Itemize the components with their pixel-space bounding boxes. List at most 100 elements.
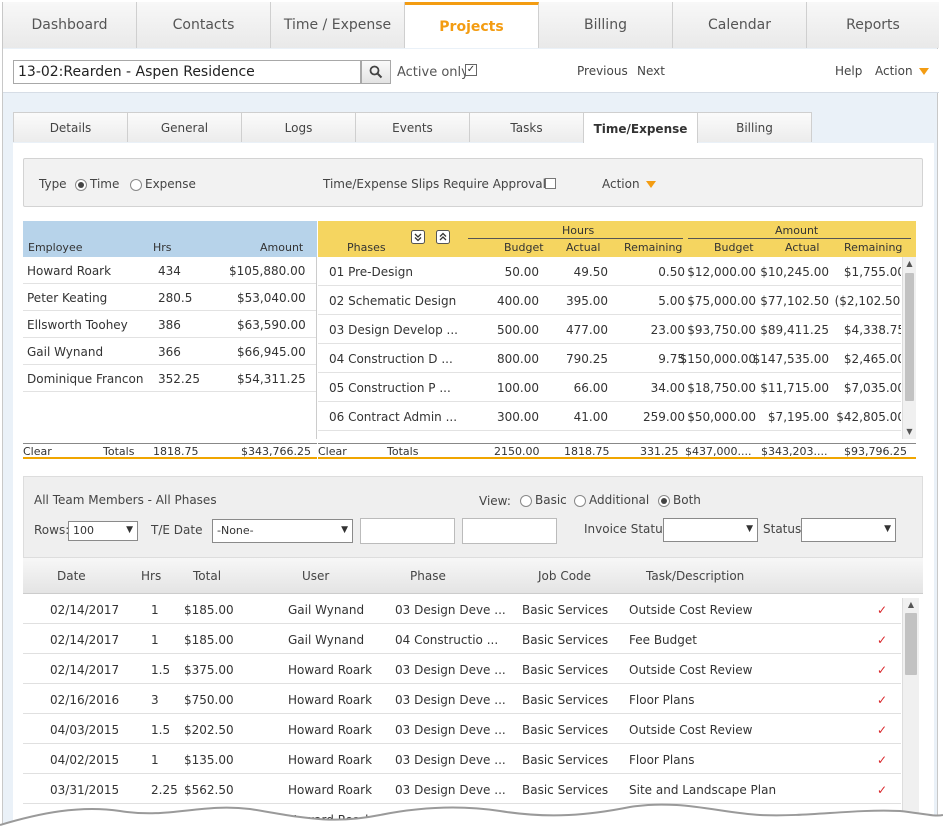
col-task[interactable]: Task/Description [646, 569, 744, 583]
view-both-radio[interactable]: Both [658, 493, 701, 507]
col-phases[interactable]: Phases [347, 241, 386, 254]
view-basic-radio[interactable]: Basic [520, 493, 567, 507]
slip-filter-panel: All Team Members - All Phases View: Basi… [23, 476, 923, 558]
slip-phase: 03 Design Deve ... [395, 603, 506, 617]
col-hours-actual[interactable]: Actual [566, 241, 600, 254]
employee-amount: $53,040.00 [237, 291, 306, 305]
nav-tab-contacts[interactable]: Contacts [137, 2, 271, 48]
view-additional-label: Additional [589, 493, 650, 507]
table-row[interactable]: 03 Design Develop ... 500.00 477.00 23.00 $9… [318, 315, 901, 344]
subtab-logs[interactable]: Logs [241, 112, 356, 142]
col-hours-remaining[interactable]: Remaining [624, 241, 682, 254]
employee-clear-link[interactable]: Clear [23, 445, 52, 458]
table-row[interactable]: 04/03/2015 1.5 $202.50 Howard Roark 03 Desig… [23, 714, 901, 744]
col-employee[interactable]: Employee [28, 241, 82, 254]
subtab-time-expense[interactable]: Time/Expense [583, 112, 698, 144]
table-row[interactable]: 04/02/2015 1 $135.00 Howard Roark 03 Design … [23, 744, 901, 774]
scroll-down-icon[interactable]: ▼ [903, 425, 916, 439]
table-row[interactable]: 02 Schematic Design 400.00 395.00 5.00 $75,0… [318, 286, 901, 315]
nav-tab-billing[interactable]: Billing [539, 2, 673, 48]
te-date-select[interactable]: -None- ▼ [212, 519, 353, 543]
status-select[interactable]: ▼ [801, 518, 896, 542]
nav-tab-dashboard[interactable]: Dashboard [3, 2, 137, 48]
table-row[interactable]: 05 Construction P ... 100.00 66.00 34.00 $18… [318, 373, 901, 402]
table-row[interactable]: Howard Roark 434 $105,880.00 [23, 257, 316, 284]
date-from-input[interactable] [360, 518, 455, 544]
action-menu[interactable]: Action [875, 64, 929, 78]
table-row[interactable]: 02/14/2017 1.5 $375.00 Howard Roark 03 Desig… [23, 654, 901, 684]
table-row[interactable]: 02/14/2017 1 $185.00 Gail Wynand 04 Construc… [23, 624, 901, 654]
slip-hrs: 1.5 [151, 663, 171, 677]
table-row[interactable]: 02/14/2017 1 $185.00 Gail Wynand 03 Design D… [23, 594, 901, 624]
approved-check-icon: ✓ [877, 603, 888, 617]
phase-value-ab: $93,750.00 [687, 323, 756, 337]
table-row[interactable]: Dominique Francon 352.25 $54,311.25 [23, 365, 316, 392]
type-time-radio[interactable]: Time [75, 177, 119, 191]
scroll-up-icon[interactable]: ▲ [903, 257, 916, 271]
subtab-details[interactable]: Details [13, 112, 128, 142]
nav-tab-reports[interactable]: Reports [807, 2, 939, 48]
status-label: Status [763, 522, 802, 536]
col-job-code[interactable]: Job Code [538, 569, 591, 583]
project-search-button[interactable] [361, 60, 391, 84]
view-label: View: [479, 494, 511, 508]
active-only-label: Active only [397, 65, 469, 80]
scroll-thumb[interactable] [905, 613, 917, 675]
col-slip-hrs[interactable]: Hrs [141, 569, 161, 583]
table-row[interactable]: 04 Construction D ... 800.00 790.25 9.75 $15… [318, 344, 901, 373]
radio-selected-icon [658, 494, 670, 507]
type-time-label: Time [90, 177, 120, 191]
slip-job: Basic Services [522, 633, 609, 647]
col-phase[interactable]: Phase [410, 569, 446, 583]
approval-checkbox[interactable] [545, 176, 556, 190]
collapse-all-icon[interactable] [436, 230, 450, 247]
col-hours-budget[interactable]: Budget [504, 241, 544, 254]
col-date[interactable]: Date [57, 569, 86, 583]
phase-totals-hours-actual: 1818.75 [564, 445, 610, 458]
col-amount-budget[interactable]: Budget [714, 241, 754, 254]
table-row[interactable]: 01 Pre-Design 50.00 49.50 0.50 $12,000.00 $10… [318, 257, 901, 286]
help-link[interactable]: Help [835, 64, 862, 78]
nav-tab-time-expense[interactable]: Time / Expense [271, 2, 405, 48]
nav-tab-projects[interactable]: Projects [405, 2, 539, 48]
previous-link[interactable]: Previous [577, 64, 628, 78]
col-amount[interactable]: Amount [260, 241, 303, 254]
scroll-thumb[interactable] [905, 273, 914, 401]
type-expense-radio[interactable]: Expense [130, 177, 196, 191]
slip-date: 02/16/2016 [50, 693, 120, 707]
employee-totals: Clear Totals 1818.75 $343,766.25 [23, 443, 317, 459]
rows-select[interactable]: 100 ▼ [68, 521, 138, 541]
subtab-general[interactable]: General [127, 112, 242, 142]
slip-user: Gail Wynand [288, 633, 365, 647]
type-action-menu[interactable]: Action [602, 177, 656, 191]
slip-total: $135.00 [184, 753, 234, 767]
table-row[interactable]: Gail Wynand 366 $66,945.00 [23, 338, 316, 365]
date-to-input[interactable] [462, 518, 557, 544]
active-only-checkbox[interactable]: ✓ [465, 64, 477, 76]
scroll-up-icon[interactable]: ▲ [903, 598, 919, 612]
phase-clear-link[interactable]: Clear [318, 445, 347, 458]
slip-phase: 03 Design Deve ... [395, 753, 506, 767]
col-user[interactable]: User [302, 569, 329, 583]
subtab-tasks[interactable]: Tasks [469, 112, 584, 142]
table-row[interactable]: 06 Contract Admin ... 300.00 41.00 259.00 $5… [318, 402, 901, 431]
table-row[interactable]: Ellsworth Toohey 386 $63,590.00 [23, 311, 316, 338]
nav-tab-calendar[interactable]: Calendar [673, 2, 807, 48]
subtab-events[interactable]: Events [355, 112, 470, 142]
phase-name: 06 Contract Admin ... [329, 410, 458, 424]
col-hrs[interactable]: Hrs [153, 241, 172, 254]
col-amount-actual[interactable]: Actual [785, 241, 819, 254]
view-additional-radio[interactable]: Additional [574, 493, 649, 507]
next-link[interactable]: Next [637, 64, 665, 78]
slip-phase: 04 Constructio ... [395, 633, 499, 647]
col-amount-remaining[interactable]: Remaining [844, 241, 902, 254]
project-select-input[interactable]: 13-02:Rearden - Aspen Residence [13, 60, 361, 84]
invoice-status-select[interactable]: ▼ [663, 518, 758, 542]
expand-all-icon[interactable] [411, 230, 425, 247]
subtab-billing[interactable]: Billing [697, 112, 812, 142]
table-row[interactable]: Peter Keating 280.5 $53,040.00 [23, 284, 316, 311]
phase-totals-label: Totals [387, 445, 419, 458]
phase-grid-scrollbar[interactable]: ▲ ▼ [902, 257, 916, 439]
col-total[interactable]: Total [193, 569, 221, 583]
table-row[interactable]: 02/16/2016 3 $750.00 Howard Roark 03 Design … [23, 684, 901, 714]
